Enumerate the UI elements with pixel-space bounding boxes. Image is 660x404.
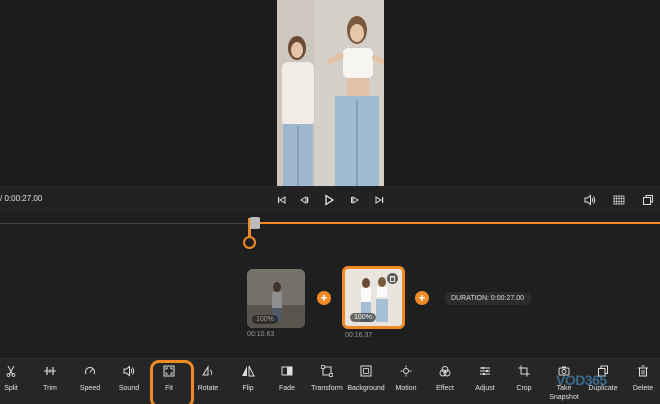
clip-1-volume-value: 100% xyxy=(256,316,274,323)
add-clip-button-2[interactable]: + xyxy=(415,291,429,305)
video-preview-area xyxy=(0,0,660,186)
tool-effect[interactable]: Effect xyxy=(425,359,465,404)
speaker-icon xyxy=(109,365,149,379)
tool-speed[interactable]: Speed xyxy=(70,359,110,404)
total-duration-badge: DURATION: 0:00:27.00 xyxy=(444,292,532,305)
add-clip-button-1[interactable]: + xyxy=(317,291,331,305)
tool-flip[interactable]: Flip xyxy=(228,359,268,404)
skip-to-start-button[interactable] xyxy=(274,192,290,208)
transform-icon xyxy=(307,365,347,379)
clip-2-duration: 00:16.37 xyxy=(345,332,372,339)
clip-1-volume: 100% xyxy=(252,315,278,324)
clip-thumbnail-2[interactable]: 100% xyxy=(342,266,405,329)
clip-2-duration-value: 00:16.37 xyxy=(345,332,373,339)
tool-trim[interactable]: Trim xyxy=(30,359,70,404)
aspect-ratio-button[interactable] xyxy=(611,192,627,208)
total-duration-text: DURATION: 0:00:27.00 xyxy=(451,295,525,302)
prev-frame-icon xyxy=(300,196,309,204)
tool-crop[interactable]: Crop xyxy=(504,359,544,404)
scissors-icon xyxy=(0,365,31,379)
tool-transform[interactable]: Transform xyxy=(307,359,347,404)
tool-rotate[interactable]: Rotate xyxy=(188,359,228,404)
skip-end-icon xyxy=(375,196,384,204)
volume-button[interactable] xyxy=(582,192,598,208)
clip-thumbnail-1[interactable]: 100% xyxy=(247,269,305,328)
tool-delete[interactable]: Delete xyxy=(623,359,660,404)
tool-adjust[interactable]: Adjust xyxy=(465,359,505,404)
clip-2-volume: 100% xyxy=(350,313,376,322)
next-frame-icon xyxy=(351,196,359,204)
clip-1-duration-value: 00:10.63 xyxy=(247,331,275,338)
trash-icon xyxy=(390,276,395,282)
flip-icon xyxy=(228,365,268,379)
play-icon xyxy=(325,194,335,206)
tool-motion[interactable]: Motion xyxy=(386,359,426,404)
tool-fade[interactable]: Fade xyxy=(267,359,307,404)
playback-bar: / 0:00:27.00 xyxy=(0,186,660,212)
grid-icon xyxy=(613,195,625,205)
tool-delete-label: Delete xyxy=(632,385,654,392)
tool-split[interactable]: Split xyxy=(0,359,31,404)
tool-fit[interactable]: Fit xyxy=(149,359,194,404)
volume-icon xyxy=(584,194,596,206)
fullscreen-icon xyxy=(643,195,653,205)
background-icon xyxy=(346,365,386,379)
clip-2-volume-value: 100% xyxy=(354,314,372,321)
clip-1-duration: 00:10.63 xyxy=(247,331,274,338)
effect-icon xyxy=(425,365,465,379)
trash-icon xyxy=(623,365,660,379)
trim-icon xyxy=(30,365,70,379)
fullscreen-button[interactable] xyxy=(640,192,656,208)
fit-icon xyxy=(149,365,189,379)
fade-icon xyxy=(267,365,307,379)
speedometer-icon xyxy=(70,365,110,379)
timecode-display: / 0:00:27.00 xyxy=(0,194,43,203)
timeline-area: 100% 00:10.63 + 100% 00:16.37 + DURATION… xyxy=(0,212,660,358)
video-frame xyxy=(277,0,384,186)
sliders-icon xyxy=(465,365,505,379)
tool-sound[interactable]: Sound xyxy=(109,359,149,404)
playhead-handle[interactable] xyxy=(243,236,256,249)
next-frame-button[interactable] xyxy=(347,192,363,208)
skip-to-end-button[interactable] xyxy=(371,192,387,208)
clip-2-delete-button[interactable] xyxy=(387,273,398,284)
play-button[interactable] xyxy=(321,192,337,208)
previous-frame-button[interactable] xyxy=(296,192,312,208)
timeline-progress xyxy=(250,222,660,224)
skip-start-icon xyxy=(278,196,286,204)
tool-background[interactable]: Background xyxy=(346,359,386,404)
crop-icon xyxy=(504,365,544,379)
video-editor-app: / 0:00:27.00 100% 00:10.63 + 100% 00:16.… xyxy=(0,0,660,404)
motion-icon xyxy=(386,365,426,379)
playhead-thumbnail xyxy=(250,217,260,229)
watermark-logo: VOD365 xyxy=(556,372,607,388)
rotate-icon xyxy=(188,365,228,379)
